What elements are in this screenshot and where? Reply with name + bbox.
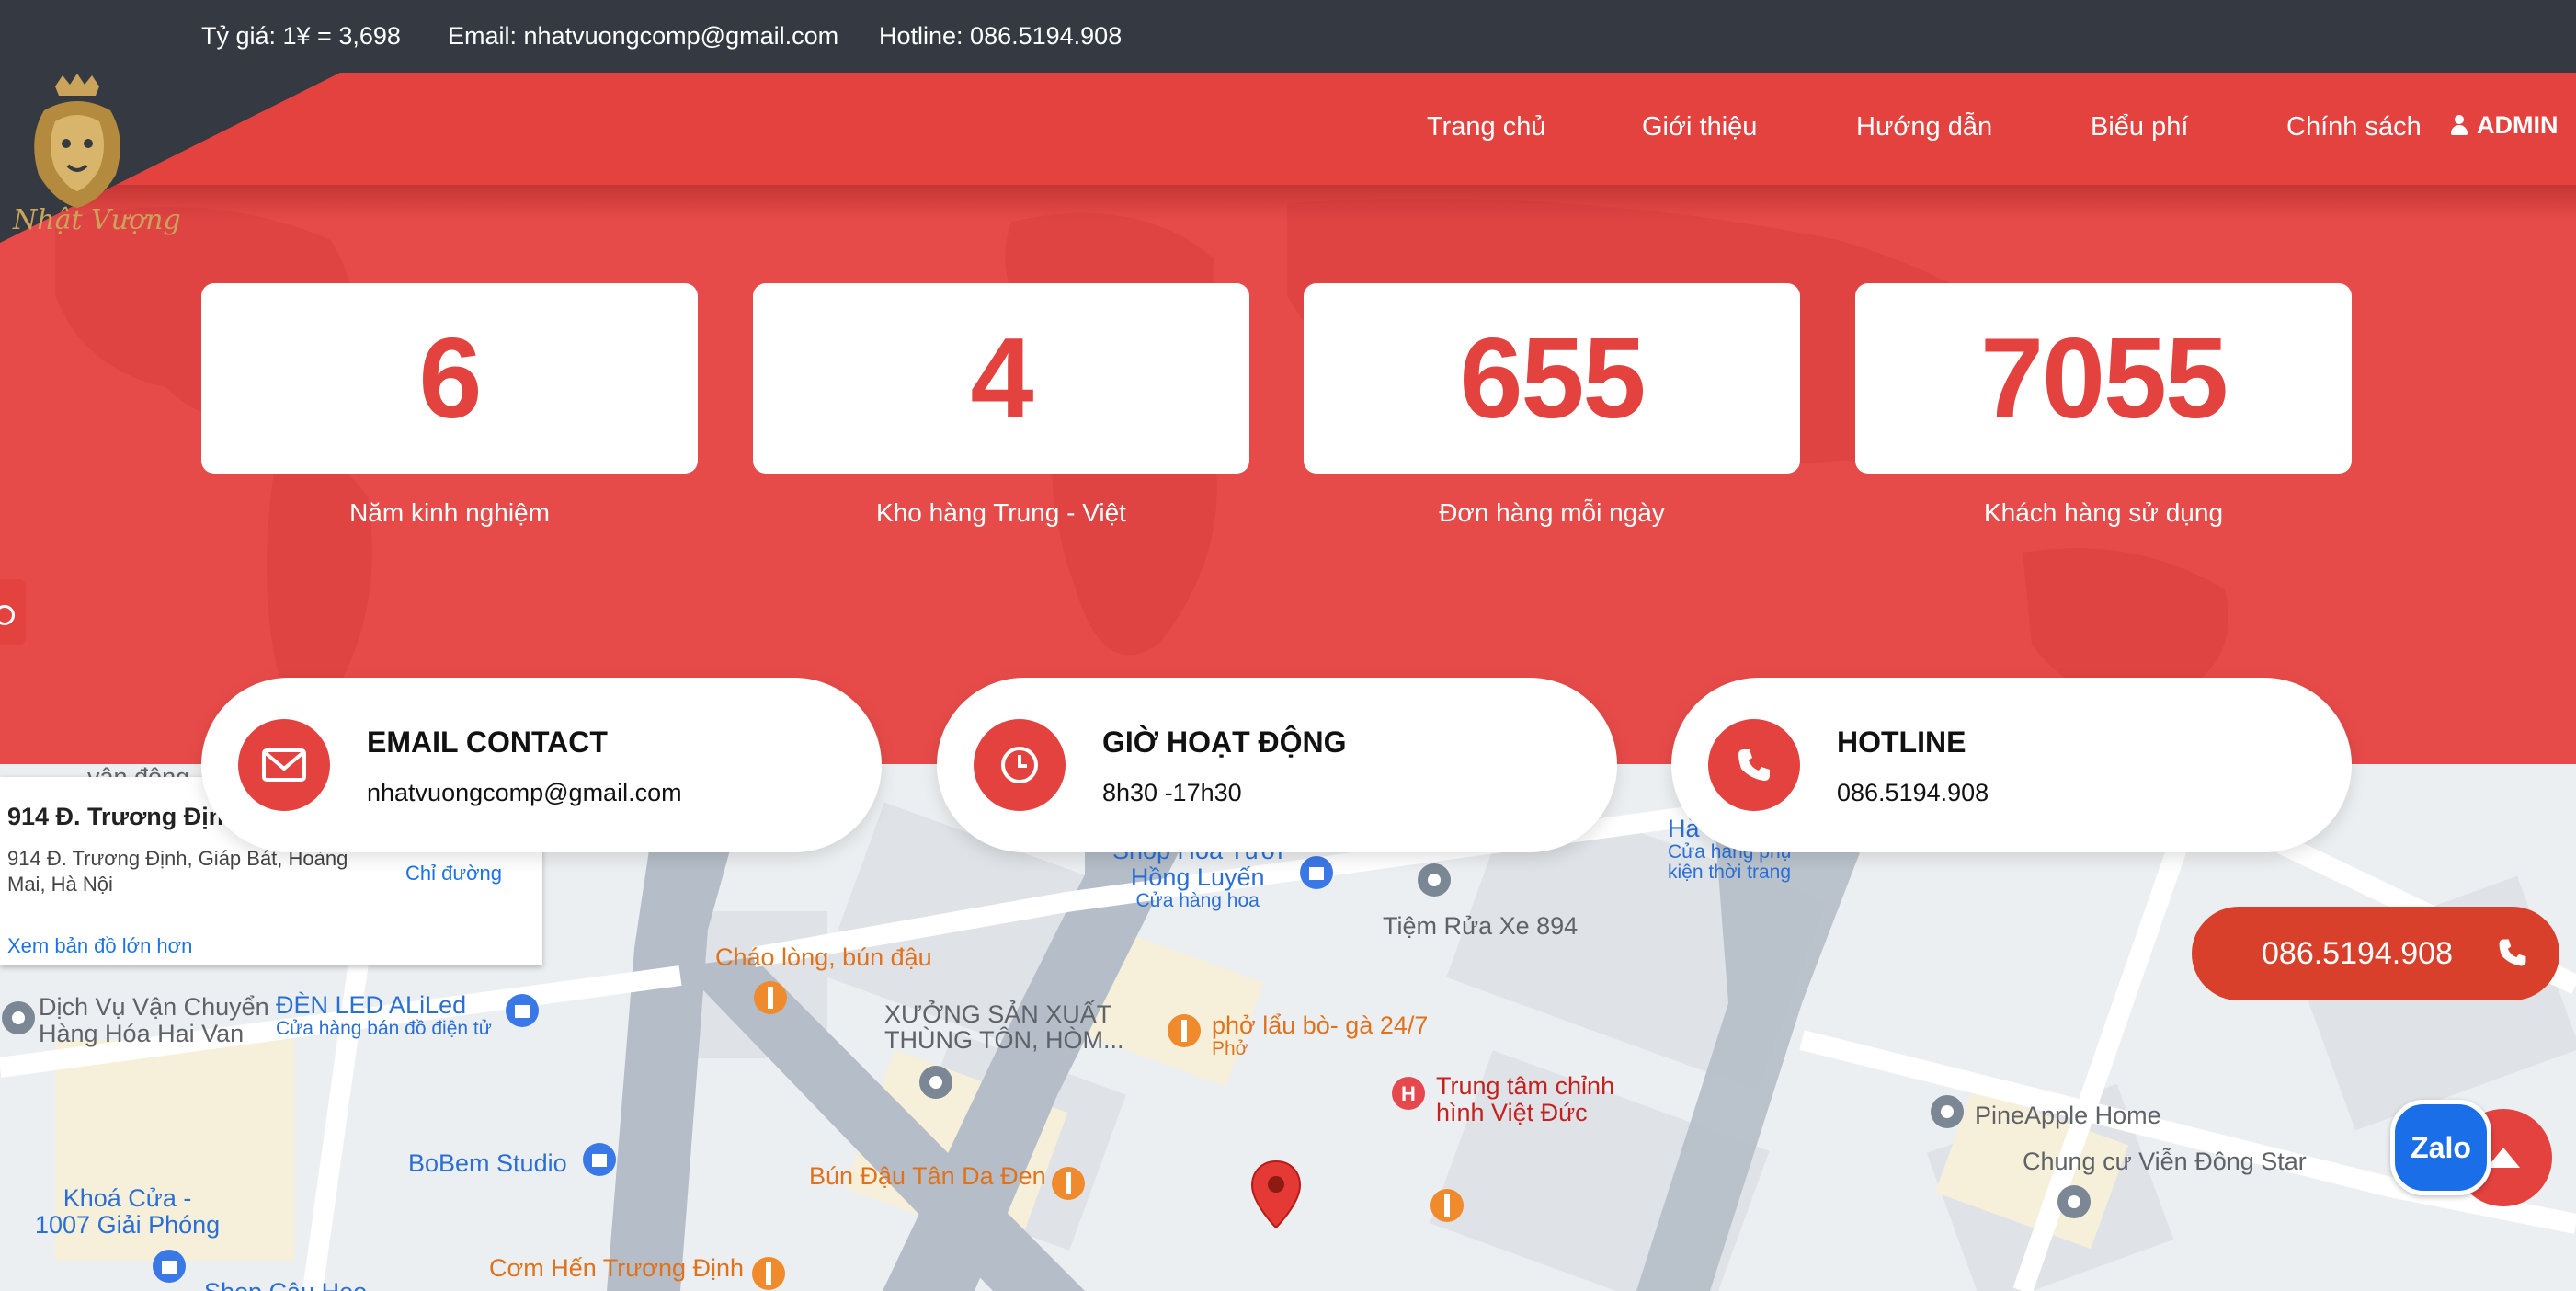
map-poi[interactable]: Cơm Hến Trương Định	[489, 1255, 744, 1282]
shop-pin-icon[interactable]	[151, 1248, 188, 1285]
floating-hotline-number: 086.5194.908	[2262, 935, 2453, 971]
map-poi[interactable]: Cháo lòng, bún đậu	[715, 944, 932, 971]
nav-guide[interactable]: Hướng dẫn	[1856, 112, 1992, 143]
user-icon	[2451, 115, 2468, 135]
top-info-bar: Tỷ giá: 1¥ = 3,698 Email: nhatvuongcomp@…	[0, 0, 2576, 73]
side-camera-tab[interactable]	[0, 579, 26, 646]
contact-title: HOTLINE	[1837, 725, 1966, 759]
restaurant-pin-icon[interactable]	[1050, 1165, 1087, 1202]
map-poi-line: hình Việt Đức	[1436, 1099, 1588, 1126]
restaurant-pin-icon[interactable]	[750, 1255, 787, 1291]
main-navbar	[0, 73, 2576, 185]
shop-pin-icon[interactable]	[504, 992, 541, 1029]
map-card-address: 914 Đ. Trương Định, Giáp Bát, Hoàng Mai,…	[7, 847, 348, 896]
topbar-hotline[interactable]: Hotline: 086.5194.908	[879, 22, 1122, 51]
shop-pin-icon[interactable]	[1298, 854, 1335, 891]
stat-card-orders: 655	[1304, 283, 1800, 474]
hospital-pin-icon[interactable]: H	[1390, 1075, 1427, 1112]
map-poi-category: Cửa hàng bán đồ điện tử	[276, 1018, 492, 1039]
place-pin-icon[interactable]	[1929, 1093, 1966, 1130]
contact-title: GIỜ HOẠT ĐỘNG	[1102, 725, 1347, 759]
clock-icon	[974, 719, 1066, 811]
stat-label: Khách hàng sử dụng	[1983, 498, 2224, 527]
map-card-title: 914 Đ. Trương Định	[7, 803, 239, 830]
map-poi-category: kiện thời trang	[1668, 862, 1792, 883]
place-pin-icon[interactable]	[1416, 862, 1453, 898]
directions-link[interactable]: Chỉ đường	[405, 862, 502, 885]
shop-pin-icon[interactable]	[581, 1141, 618, 1178]
contact-phone[interactable]: 086.5194.908	[1837, 779, 1989, 807]
map-poi-line: ĐÈN LED ALiLed	[276, 991, 467, 1019]
map-poi-line: Khoá Cửa -	[63, 1184, 192, 1212]
larger-map-link[interactable]: Xem bản đồ lớn hơn	[7, 934, 192, 958]
stat-card-years: 6	[201, 283, 698, 474]
map-poi-line: Trung tâm chỉnh	[1436, 1072, 1615, 1100]
stat-value: 7055	[1980, 314, 2228, 442]
zalo-label: Zalo	[2411, 1130, 2471, 1165]
map-poi[interactable]: phở lẩu bò- gà 24/7 Phở	[1212, 1012, 1428, 1059]
nav-fee[interactable]: Biểu phí	[2091, 112, 2188, 143]
map-poi-category: Phở	[1212, 1038, 1248, 1059]
logo-text: Nhật Vượng	[13, 204, 181, 236]
mail-icon	[238, 719, 330, 811]
admin-label: ADMIN	[2477, 111, 2559, 139]
email-contact-card: EMAIL CONTACT nhatvuongcomp@gmail.com	[201, 678, 882, 852]
map-poi[interactable]: PineApple Home	[1975, 1102, 2161, 1129]
nav-admin[interactable]: ADMIN	[2451, 111, 2559, 140]
map-poi-line: Hồng Luyến	[1130, 863, 1265, 891]
place-pin-icon[interactable]	[2056, 1183, 2092, 1220]
stat-value: 655	[1459, 314, 1647, 442]
topbar-email[interactable]: Email: nhatvuongcomp@gmail.com	[448, 22, 838, 51]
restaurant-pin-icon[interactable]	[1429, 1187, 1465, 1224]
stat-card-customers: 7055	[1855, 283, 2352, 474]
place-pin-icon[interactable]	[0, 1000, 37, 1036]
map-poi[interactable]: BoBem Studio	[408, 1150, 567, 1177]
map-poi[interactable]: Chung cư Viễn Đông Star	[2023, 1148, 2307, 1175]
map-poi[interactable]: Shop Cậu Heo	[204, 1279, 367, 1291]
contact-title: EMAIL CONTACT	[367, 725, 608, 759]
hours-contact-card: GIỜ HOẠT ĐỘNG 8h30 -17h30	[937, 678, 1617, 852]
stat-value: 6	[418, 314, 483, 442]
map-poi[interactable]: Tiệm Rửa Xe 894	[1383, 913, 1578, 940]
exchange-rate: Tỷ giá: 1¥ = 3,698	[201, 22, 401, 50]
map-poi-line: XƯỞNG SẢN XUẤT	[884, 1000, 1112, 1028]
stat-value: 4	[970, 314, 1034, 442]
restaurant-pin-icon[interactable]	[752, 979, 789, 1016]
nav-about[interactable]: Giới thiệu	[1642, 112, 1757, 143]
map-poi-line: 1007 Giải Phóng	[35, 1211, 221, 1239]
map-poi-category: Cửa hàng hoa	[1135, 890, 1260, 911]
map-poi-line: Dịch Vụ Vận Chuyển	[39, 993, 269, 1021]
phone-icon	[1708, 719, 1800, 811]
map-poi[interactable]: Khoá Cửa -1007 Giải Phóng	[35, 1185, 220, 1239]
map-poi-line: THÙNG TÔN, HÒM...	[884, 1026, 1124, 1054]
stat-label: Kho hàng Trung - Việt	[876, 498, 1126, 527]
stat-label: Đơn hàng mỗi ngày	[1439, 498, 1665, 527]
map-poi[interactable]: ĐÈN LED ALiLed Cửa hàng bán đồ điện tử	[276, 992, 492, 1039]
map-poi[interactable]: Dịch Vụ Vận Chuyển Hàng Hóa Hai Van	[39, 994, 269, 1047]
map-marker-icon[interactable]	[1250, 1160, 1302, 1229]
hotline-contact-card: HOTLINE 086.5194.908	[1671, 678, 2352, 852]
map-poi-line: Hàng Hóa Hai Van	[39, 1020, 245, 1047]
map-poi[interactable]: XƯỞNG SẢN XUẤT THÙNG TÔN, HÒM...	[884, 1001, 1124, 1053]
stat-label: Năm kinh nghiệm	[349, 498, 550, 527]
phone-icon	[2499, 939, 2526, 966]
contact-hours: 8h30 -17h30	[1102, 779, 1242, 806]
stat-card-warehouses: 4	[753, 283, 1249, 474]
zalo-chat-button[interactable]: Zalo	[2390, 1100, 2491, 1195]
svg-text:H: H	[1401, 1082, 1416, 1105]
contact-email[interactable]: nhatvuongcomp@gmail.com	[367, 779, 682, 807]
restaurant-pin-icon[interactable]	[1166, 1012, 1203, 1049]
nav-home[interactable]: Trang chủ	[1427, 112, 1546, 143]
nav-policy[interactable]: Chính sách	[2286, 112, 2422, 143]
place-pin-icon[interactable]	[918, 1064, 954, 1101]
map-poi[interactable]: Bún Đậu Tân Da Đen	[809, 1163, 1046, 1190]
map-poi-line: phở lẩu bò- gà 24/7	[1212, 1011, 1429, 1039]
floating-hotline-button[interactable]: 086.5194.908	[2192, 907, 2559, 1000]
navbar-shadow	[0, 185, 2576, 222]
map-poi[interactable]: Trung tâm chỉnh hình Việt Đức	[1436, 1073, 1614, 1126]
